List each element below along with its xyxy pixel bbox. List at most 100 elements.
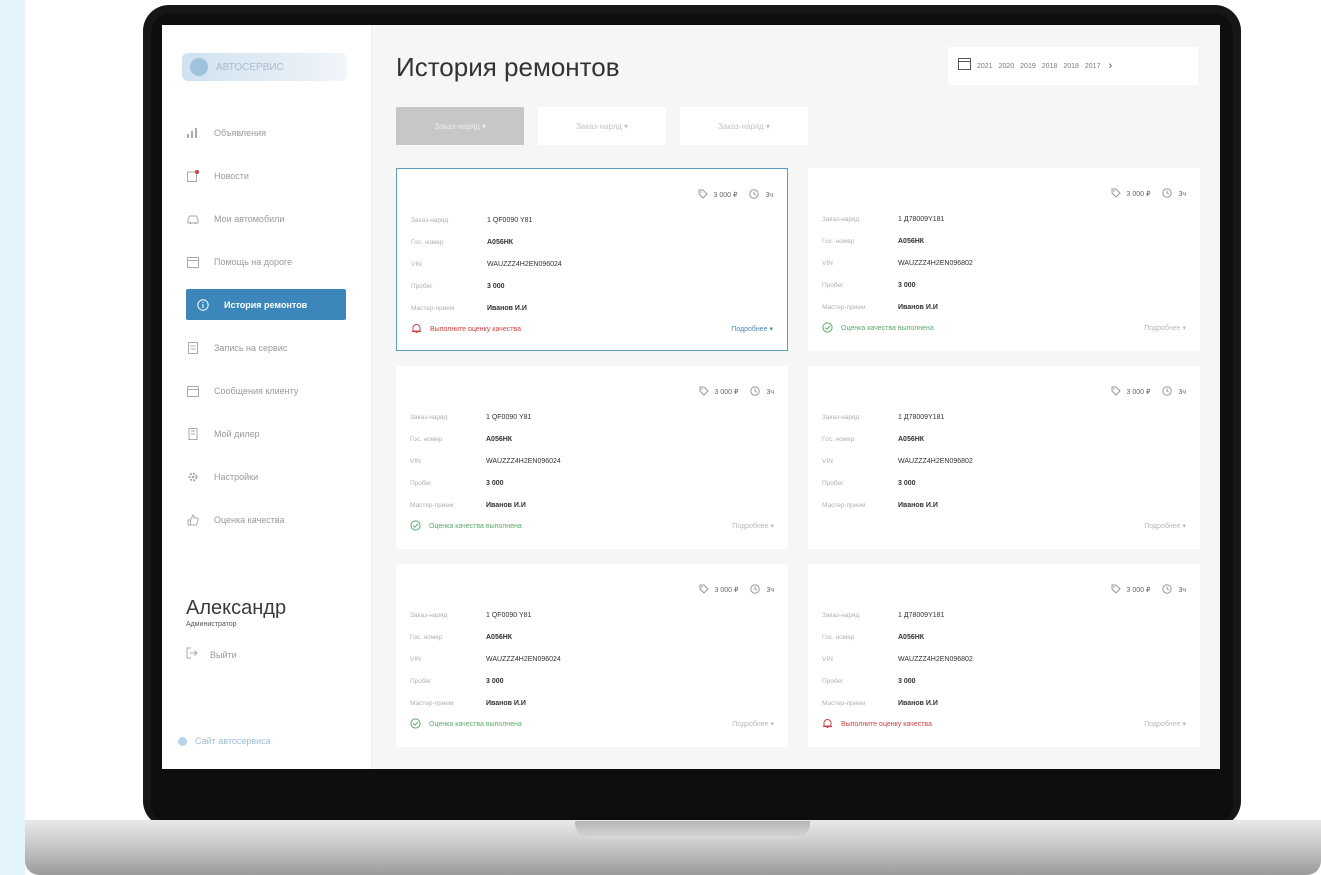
sidebar-item-label: Объявления: [214, 127, 267, 138]
sidebar-item-label: Новости: [214, 170, 249, 181]
sidebar-item-repair-history[interactable]: История ремонтов: [186, 289, 346, 320]
sidebar-item-messages[interactable]: Сообщения клиенту: [186, 375, 358, 406]
year-option[interactable]: 2020: [999, 63, 1015, 70]
year-option[interactable]: 2019: [1020, 63, 1036, 70]
filter-bar: Заказ-наряд ▾ Заказ-наряд ▾ Заказ-наряд …: [396, 107, 808, 145]
info-icon: [196, 298, 210, 312]
order-value: 1 Д78009Y181: [898, 611, 945, 619]
quality-status[interactable]: Оценка качества выполнена: [410, 520, 522, 533]
sidebar-item-label: Настройки: [214, 471, 259, 482]
main-content: История ремонтов 2021 2020 2019 2018 201…: [372, 25, 1220, 769]
card-fields: Заказ-наряд 1 Д78009Y181 Гос. номер А056НК…: [822, 406, 973, 516]
logo[interactable]: АВТОСЕРВИС: [182, 53, 347, 81]
order-value: 1 Д78009Y181: [898, 215, 945, 223]
status-text: Оценка качества выполнена: [429, 721, 522, 728]
details-link[interactable]: Подробнее ▾: [1144, 324, 1186, 332]
master-value: Иванов И.И: [487, 304, 527, 312]
sidebar-item-my-dealer[interactable]: Мой дилер: [186, 418, 358, 449]
tag-icon: [1111, 386, 1121, 398]
sidebar-item-label: История ремонтов: [224, 299, 308, 310]
master-value: Иванов И.И: [486, 699, 526, 707]
sidebar-item-quality-rating[interactable]: Оценка качества: [186, 504, 358, 535]
order-value: 1 QF0090 Y81: [487, 216, 533, 224]
clock-icon: [750, 386, 761, 398]
field-label: Гос. номер: [410, 633, 443, 641]
laptop-notch: [575, 821, 810, 839]
year-option[interactable]: 2018: [1063, 63, 1079, 70]
clock-icon: [1162, 386, 1173, 398]
sidebar-item-settings[interactable]: Настройки: [186, 461, 358, 492]
page-title: История ремонтов: [396, 52, 620, 82]
sidebar-item-news[interactable]: Новости: [186, 160, 358, 191]
filter-button[interactable]: Заказ-наряд ▾: [396, 107, 524, 145]
card-price: 3 000 ₽: [714, 587, 739, 594]
building-icon: [186, 427, 200, 441]
repair-card[interactable]: 3 000 ₽ 3ч Заказ-наряд 1 QF0090 Y81 Гос. …: [396, 168, 788, 351]
field-label: Мастер-прием: [410, 699, 454, 707]
card-fields: Заказ-наряд 1 Д78009Y181 Гос. номер А056НК…: [822, 604, 973, 714]
sidebar-item-service-booking[interactable]: Запись на сервис: [186, 332, 358, 363]
sidebar-item-label: Оценка качества: [214, 514, 285, 525]
plate-value: А056НК: [898, 435, 925, 443]
sidebar-item-label: Мой дилер: [214, 428, 260, 439]
field-label: VIN: [822, 655, 833, 663]
status-text: Оценка качества выполнена: [429, 523, 522, 530]
filter-button[interactable]: Заказ-наряд ▾: [680, 107, 808, 145]
details-link[interactable]: Подробнее ▾: [1144, 522, 1186, 530]
tag-icon: [1111, 188, 1121, 200]
field-label: Гос. номер: [410, 435, 443, 443]
details-link[interactable]: Подробнее ▾: [731, 325, 773, 333]
chevron-right-icon[interactable]: ›: [1108, 60, 1112, 72]
tag-icon: [698, 189, 708, 201]
globe-icon: [178, 736, 187, 746]
field-label: Заказ-наряд: [822, 413, 860, 421]
quality-status[interactable]: Оценка качества выполнена: [410, 718, 522, 731]
card-fields: Заказ-наряд 1 QF0090 Y81 Гос. номер А056НК…: [410, 604, 561, 714]
quality-status[interactable]: Оценка качества выполнена: [822, 322, 934, 335]
details-link[interactable]: Подробнее ▾: [732, 720, 774, 728]
plate-value: А056НК: [486, 633, 513, 641]
repair-card[interactable]: 3 000 ₽ 3ч Заказ-наряд 1 QF0090 Y81 Гос. …: [396, 366, 788, 549]
repair-card[interactable]: 3 000 ₽ 3ч Заказ-наряд 1 Д78009Y181 Гос. …: [808, 564, 1200, 747]
vin-value: WAUZZZ4H2EN096024: [486, 655, 561, 663]
details-link[interactable]: Подробнее ▾: [1144, 720, 1186, 728]
clock-icon: [749, 189, 760, 201]
repair-card[interactable]: 3 000 ₽ 3ч Заказ-наряд 1 Д78009Y181 Гос. …: [808, 168, 1200, 351]
field-label: Мастер-прием: [822, 501, 866, 509]
order-value: 1 Д78009Y181: [898, 413, 945, 421]
repair-card[interactable]: 3 000 ₽ 3ч Заказ-наряд 1 Д78009Y181 Гос. …: [808, 366, 1200, 549]
card-price: 3 000 ₽: [1126, 191, 1151, 198]
sidebar-item-announcements[interactable]: Объявления: [186, 117, 358, 148]
field-label: Пробег: [410, 677, 432, 685]
filter-button[interactable]: Заказ-наряд ▾: [538, 107, 666, 145]
card-fields: Заказ-наряд 1 Д78009Y181 Гос. номер А056НК…: [822, 208, 973, 318]
year-option[interactable]: 2018: [1042, 63, 1058, 70]
quality-status[interactable]: Выполните оценку качества: [822, 718, 932, 731]
field-label: VIN: [822, 259, 833, 267]
sidebar-item-my-cars[interactable]: Мои автомобили: [186, 203, 358, 234]
mileage-value: 3 000: [486, 677, 504, 685]
year-option[interactable]: 2017: [1085, 63, 1101, 70]
sidebar-item-label: Помощь на дороге: [214, 256, 293, 267]
repair-card[interactable]: 3 000 ₽ 3ч Заказ-наряд 1 QF0090 Y81 Гос. …: [396, 564, 788, 747]
master-value: Иванов И.И: [898, 501, 938, 509]
app-screen: АВТОСЕРВИС Объявления Новости Мои автомо…: [162, 25, 1220, 769]
card-price: 3 000 ₽: [1126, 587, 1151, 594]
gear-icon: [186, 470, 200, 484]
logout-button[interactable]: Выйти: [186, 646, 286, 664]
mileage-value: 3 000: [487, 282, 505, 290]
status-text: Оценка качества выполнена: [841, 325, 934, 332]
field-label: Гос. номер: [822, 633, 855, 641]
sidebar-footer-link[interactable]: Сайт автосервиса: [178, 732, 333, 750]
quality-status[interactable]: Выполните оценку качества: [411, 323, 521, 336]
status-text: Выполните оценку качества: [841, 721, 932, 728]
calendar-icon[interactable]: [958, 57, 971, 75]
field-label: Заказ-наряд: [411, 216, 449, 224]
year-option[interactable]: 2021: [977, 63, 993, 70]
field-label: VIN: [822, 457, 833, 465]
sidebar-item-label: Запись на сервис: [214, 342, 288, 353]
details-link[interactable]: Подробнее ▾: [732, 522, 774, 530]
field-label: VIN: [410, 655, 421, 663]
sidebar-item-road-help[interactable]: Помощь на дороге: [186, 246, 358, 277]
card-price: 3 000 ₽: [714, 389, 739, 396]
